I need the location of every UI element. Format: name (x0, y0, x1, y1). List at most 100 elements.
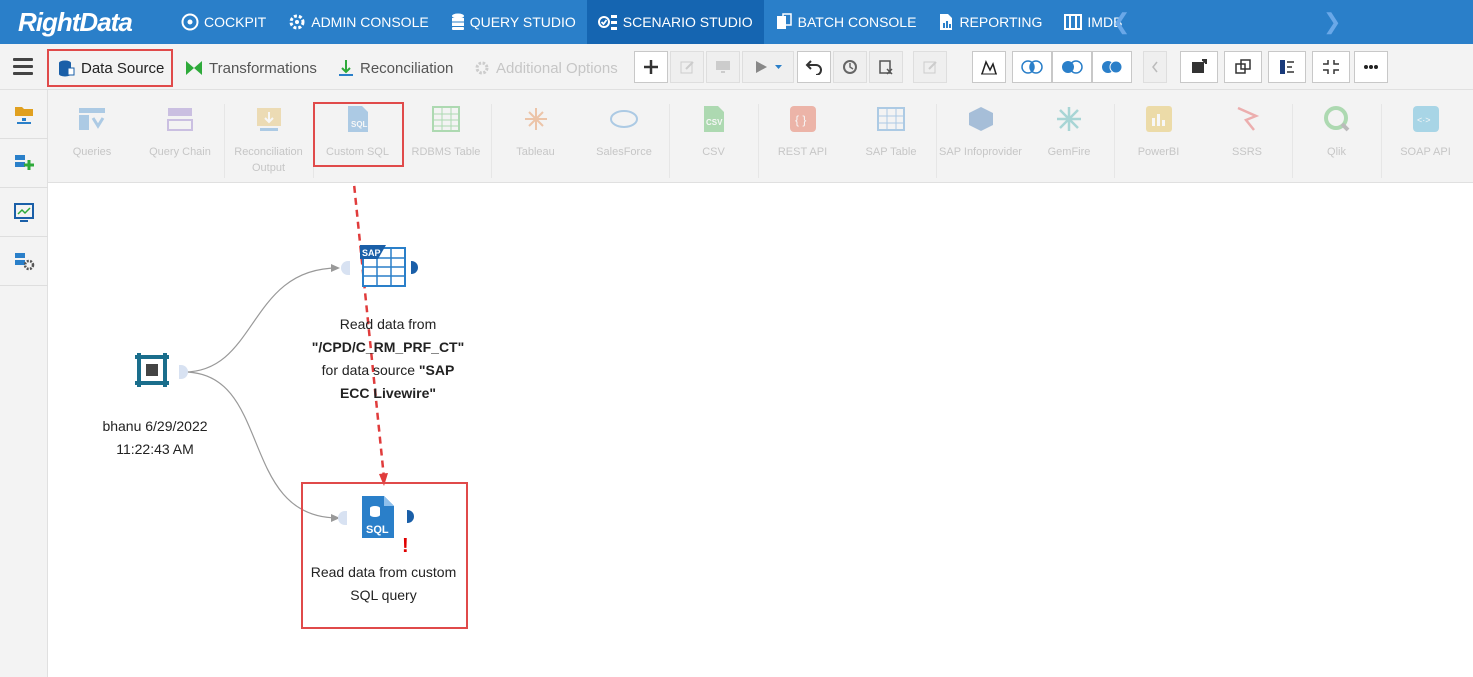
palette-item-qlik[interactable]: Qlik (1292, 104, 1380, 178)
tableau-icon (521, 104, 551, 134)
tab-reconciliation[interactable]: Reconciliation (338, 49, 453, 87)
nav-admin-console[interactable]: ADMIN CONSOLE (277, 0, 439, 44)
expand-button[interactable] (1180, 51, 1218, 83)
imdb-icon (1064, 14, 1083, 30)
edit-button[interactable] (670, 51, 704, 83)
preview-button[interactable] (706, 51, 740, 83)
palette-item-ssrs[interactable]: SSRS (1203, 104, 1291, 178)
venn-left-icon (1062, 60, 1083, 74)
undo-icon (805, 60, 822, 75)
palette-item-sap-table[interactable]: SAP Table (847, 104, 935, 178)
sql-node-in-port[interactable] (338, 511, 347, 525)
palette-item-rdbms-table[interactable]: RDBMS Table (402, 104, 490, 178)
reconciliation-icon (339, 60, 353, 76)
align-icon (1280, 60, 1294, 74)
add-button[interactable] (634, 51, 668, 83)
sap-node-label: Read data from "/CPD/C_RM_PRF_CT" for da… (311, 316, 465, 401)
queries-icon (77, 104, 107, 134)
svg-text:{ }: { } (795, 113, 806, 127)
left-sidebar (0, 90, 48, 677)
palette-item-query-chain[interactable]: Query Chain (136, 104, 224, 178)
join-inner-button[interactable] (1012, 51, 1052, 83)
collapse-icon (1152, 61, 1158, 73)
fit-button[interactable] (1312, 51, 1350, 83)
more-options-button[interactable] (1354, 51, 1388, 83)
palette-item-gemfire[interactable]: GemFire (1025, 104, 1113, 178)
nav-reporting[interactable]: REPORTING (927, 0, 1053, 44)
top-navigation: RightData COCKPIT ADMIN CONSOLE QUERY ST… (0, 0, 1473, 44)
edit-disabled-button[interactable] (913, 51, 947, 83)
history-icon (843, 60, 857, 74)
nav-query-studio[interactable]: QUERY STUDIO (440, 0, 587, 44)
palette-item-soap-api[interactable]: <·> SOAP API (1381, 104, 1469, 178)
nav-batch-console[interactable]: BATCH CONSOLE (764, 0, 928, 44)
undo-button[interactable] (797, 51, 831, 83)
clear-button[interactable] (869, 51, 903, 83)
qlik-icon (1322, 104, 1352, 134)
sap-table-node-icon[interactable]: SAP (359, 244, 407, 288)
copy-icon (1235, 59, 1251, 74)
join-left-button[interactable] (1052, 51, 1092, 83)
tab-transformations[interactable]: Transformations (185, 49, 317, 87)
batch-icon (776, 13, 792, 29)
new-scenario-icon (15, 155, 34, 170)
toolbar: Data Source Transformations Reconciliati… (0, 44, 1473, 90)
palette-item-csv[interactable]: CSV CSV (669, 104, 757, 178)
chart-view-button[interactable] (972, 51, 1006, 83)
monitor-icon (716, 61, 730, 73)
connector-layer (183, 184, 388, 522)
monitor-chart-icon (14, 203, 34, 222)
join-full-button[interactable] (1092, 51, 1132, 83)
settings-icon (15, 253, 35, 271)
play-icon (756, 61, 782, 73)
soap-api-icon: <·> (1411, 104, 1441, 134)
history-button[interactable] (833, 51, 867, 83)
venn-full-icon (1102, 60, 1123, 74)
nav-cockpit[interactable]: COCKPIT (170, 0, 277, 44)
nav-scenario-studio[interactable]: SCENARIO STUDIO (586, 0, 764, 44)
plus-icon (644, 60, 658, 74)
palette-item-queries[interactable]: Queries (48, 104, 136, 178)
folder-icon (15, 107, 33, 124)
palette-item-reconciliation-output[interactable]: Reconciliation Output (224, 104, 312, 178)
tab-data-source[interactable]: Data Source (47, 49, 173, 87)
cockpit-icon (181, 13, 199, 31)
sidebar-item-new[interactable] (0, 139, 48, 188)
palette-item-rest-api[interactable]: { } REST API (758, 104, 846, 178)
sap-table-icon (876, 104, 906, 134)
hamburger-menu-icon[interactable] (13, 58, 33, 76)
collapse-button[interactable] (1143, 51, 1167, 83)
svg-text:CSV: CSV (706, 118, 723, 127)
salesforce-icon (609, 104, 639, 134)
nav-scroll-left-icon[interactable]: ❮ (1102, 9, 1140, 35)
edit-icon (923, 61, 937, 74)
sap-node-in-port[interactable] (341, 261, 350, 275)
scenario-canvas[interactable]: bhanu 6/29/2022 11:22:43 AM SAP Read dat… (48, 184, 1473, 677)
palette-item-sap-infoprovider[interactable]: SAP Infoprovider (936, 104, 1024, 178)
run-button[interactable] (742, 51, 794, 83)
start-node-icon[interactable] (129, 347, 175, 393)
sap-infoprovider-icon (966, 104, 996, 134)
align-button[interactable] (1268, 51, 1306, 83)
palette-item-powerbi[interactable]: PowerBI (1114, 104, 1202, 178)
sidebar-item-settings[interactable] (0, 237, 48, 286)
sql-node-label: Read data from custom SQL query (310, 564, 457, 603)
transform-icon (186, 61, 202, 75)
palette-item-tableau[interactable]: Tableau (491, 104, 579, 178)
clear-icon (879, 60, 893, 75)
palette-item-salesforce[interactable]: SalesForce (580, 104, 668, 178)
svg-text:SAP: SAP (362, 248, 381, 258)
copy-button[interactable] (1224, 51, 1262, 83)
rightdata-logo[interactable]: RightData (0, 0, 170, 44)
venn-inner-icon (1021, 60, 1043, 74)
sidebar-item-monitor[interactable] (0, 188, 48, 237)
database-icon (451, 13, 464, 30)
expand-icon (1192, 59, 1207, 73)
sidebar-item-open[interactable] (0, 90, 48, 139)
gear-icon (289, 14, 305, 30)
fit-icon (1323, 60, 1339, 74)
ssrs-icon (1232, 104, 1262, 134)
tab-additional-options[interactable]: Additional Options (474, 49, 618, 87)
nav-scroll-right-icon[interactable]: ❯ (1313, 9, 1351, 35)
sql-node-icon[interactable]: SQL (360, 494, 396, 540)
